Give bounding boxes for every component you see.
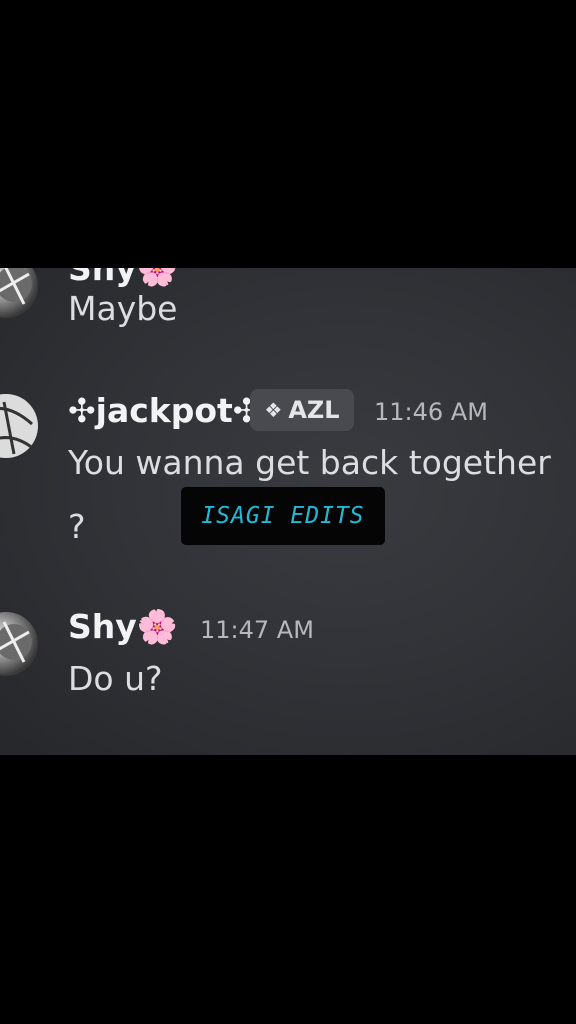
avatar-shy-top[interactable] <box>0 268 38 318</box>
avatar-jackpot[interactable] <box>0 394 38 458</box>
message-text-continued: ? <box>68 507 86 546</box>
message-timestamp: 11:47 AM <box>200 616 314 644</box>
message-text: Maybe <box>68 289 178 328</box>
watermark-overlay: ISAGI EDITS <box>181 487 385 545</box>
diamond-cluster-icon: ❖ <box>264 398 283 422</box>
message-text: Do u? <box>68 659 163 698</box>
username-shy[interactable]: Shy🌸 <box>68 610 178 643</box>
username-jackpot[interactable]: ✣jackpot✣ <box>68 394 260 427</box>
flower-emoji: 🌸 <box>136 607 178 646</box>
flower-emoji: 🌸 <box>136 268 178 288</box>
avatar-shy[interactable] <box>0 612 38 676</box>
guild-tag[interactable]: ❖ AZL <box>250 389 354 431</box>
message-text: You wanna get back together <box>68 443 551 482</box>
guild-tag-label: AZL <box>288 396 340 424</box>
message-timestamp: 11:46 AM <box>374 398 488 426</box>
username-shy-partial[interactable]: Shy🌸 <box>68 268 178 285</box>
